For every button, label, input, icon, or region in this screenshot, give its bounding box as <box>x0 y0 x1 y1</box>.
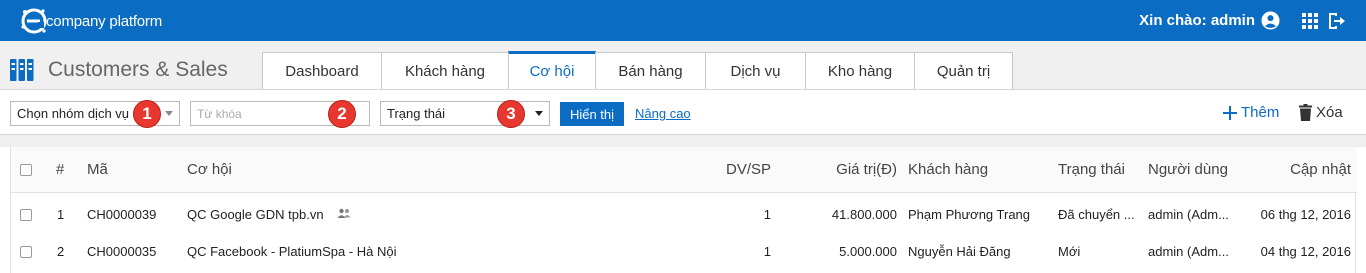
greeting-text: Xin chào: admin <box>1139 12 1255 29</box>
tab-dich-vu[interactable]: Dịch vụ <box>705 52 806 89</box>
advanced-search-link[interactable]: Nâng cao <box>635 106 691 121</box>
col-opportunity[interactable]: Cơ hội <box>187 161 232 178</box>
col-service-product[interactable]: DV/SP <box>711 161 771 178</box>
callout-badge-1: 1 <box>133 100 161 128</box>
status-select-value: Trạng thái <box>387 106 446 121</box>
top-navbar: company platform Xin chào: admin <box>0 0 1366 41</box>
opportunities-table: # Mã Cơ hội DV/SP Giá trị(Đ) Khách hàng … <box>10 147 1357 273</box>
delete-label: Xóa <box>1316 104 1343 121</box>
row-value: 41.800.000 <box>831 207 897 222</box>
show-button[interactable]: Hiển thị <box>560 102 624 126</box>
binders-icon <box>10 59 34 81</box>
row-status: Mới <box>1058 244 1081 259</box>
row-value: 5.000.000 <box>839 244 897 259</box>
callout-badge-2: 2 <box>328 100 356 128</box>
filter-bar: Chọn nhóm dịch vụ 1 Từ khóa 2 Trạng thái… <box>0 89 1366 135</box>
row-customer: Nguyễn Hải Đăng <box>908 244 1011 259</box>
select-all-checkbox[interactable] <box>20 164 32 176</box>
row-service-product: 1 <box>763 244 771 259</box>
logo-e-icon <box>21 8 47 34</box>
apps-grid-icon[interactable] <box>1300 11 1320 31</box>
row-code: CH0000035 <box>87 244 157 259</box>
delete-button[interactable]: Xóa <box>1299 104 1343 121</box>
row-service-product: 1 <box>763 207 771 222</box>
col-status[interactable]: Trạng thái <box>1058 161 1125 178</box>
tab-co-hoi[interactable]: Cơ hội <box>508 51 596 89</box>
tab-kho-hang[interactable]: Kho hàng <box>805 52 915 89</box>
row-opportunity-link[interactable]: QC Google GDN tpb.vn <box>187 207 324 222</box>
table-row[interactable]: 2 CH0000035 QC Facebook - PlatiumSpa - H… <box>11 237 1357 267</box>
logo-text: company platform <box>46 12 163 30</box>
content-gap <box>0 135 1366 147</box>
row-code: CH0000039 <box>87 207 157 222</box>
row-customer: Phạm Phương Trang <box>908 207 1031 222</box>
col-user[interactable]: Người dùng <box>1148 161 1228 178</box>
row-checkbox[interactable] <box>20 246 32 258</box>
row-user: admin (Adm... <box>1148 244 1229 259</box>
row-opportunity-link[interactable]: QC Facebook - PlatiumSpa - Hà Nội <box>187 244 397 259</box>
callout-badge-3: 3 <box>497 100 525 128</box>
col-index[interactable]: # <box>56 161 64 178</box>
tab-dashboard[interactable]: Dashboard <box>262 52 382 89</box>
col-customer[interactable]: Khách hàng <box>908 161 988 178</box>
chevron-down-icon <box>165 111 173 116</box>
logout-icon[interactable] <box>1326 11 1346 31</box>
tab-khach-hang[interactable]: Khách hàng <box>381 52 509 89</box>
col-updated[interactable]: Cập nhật <box>1251 161 1351 178</box>
tab-quan-tri[interactable]: Quản trị <box>914 52 1013 89</box>
group-icon <box>337 208 351 218</box>
col-value[interactable]: Giá trị(Đ) <box>801 161 897 178</box>
row-status: Đã chuyển ... <box>1058 207 1135 222</box>
company-logo[interactable]: company platform <box>20 7 162 35</box>
plus-icon <box>1223 105 1237 120</box>
row-index: 2 <box>57 244 65 259</box>
user-greeting[interactable]: Xin chào: admin <box>1139 11 1280 30</box>
add-button[interactable]: Thêm <box>1223 104 1279 121</box>
tab-ban-hang[interactable]: Bán hàng <box>595 52 706 89</box>
trash-icon <box>1299 104 1312 121</box>
col-code[interactable]: Mã <box>87 161 108 178</box>
user-circle-icon <box>1261 11 1280 30</box>
service-group-value: Chọn nhóm dịch vụ <box>17 106 130 121</box>
module-bar: Customers & Sales Dashboard Khách hàng C… <box>0 41 1366 89</box>
row-user: admin (Adm... <box>1148 207 1229 222</box>
module-title: Customers & Sales <box>48 58 228 81</box>
table-row[interactable]: 1 CH0000039 QC Google GDN tpb.vn 1 41.80… <box>11 200 1357 230</box>
row-updated: 04 thg 12, 2016 <box>1260 244 1351 259</box>
chevron-down-icon <box>535 111 543 116</box>
row-index: 1 <box>57 207 65 222</box>
row-updated: 06 thg 12, 2016 <box>1260 207 1351 222</box>
row-checkbox[interactable] <box>20 209 32 221</box>
table-header: # Mã Cơ hội DV/SP Giá trị(Đ) Khách hàng … <box>11 147 1357 193</box>
main-tabs: Dashboard Khách hàng Cơ hội Bán hàng Dịc… <box>262 51 1013 89</box>
add-label: Thêm <box>1241 104 1280 121</box>
